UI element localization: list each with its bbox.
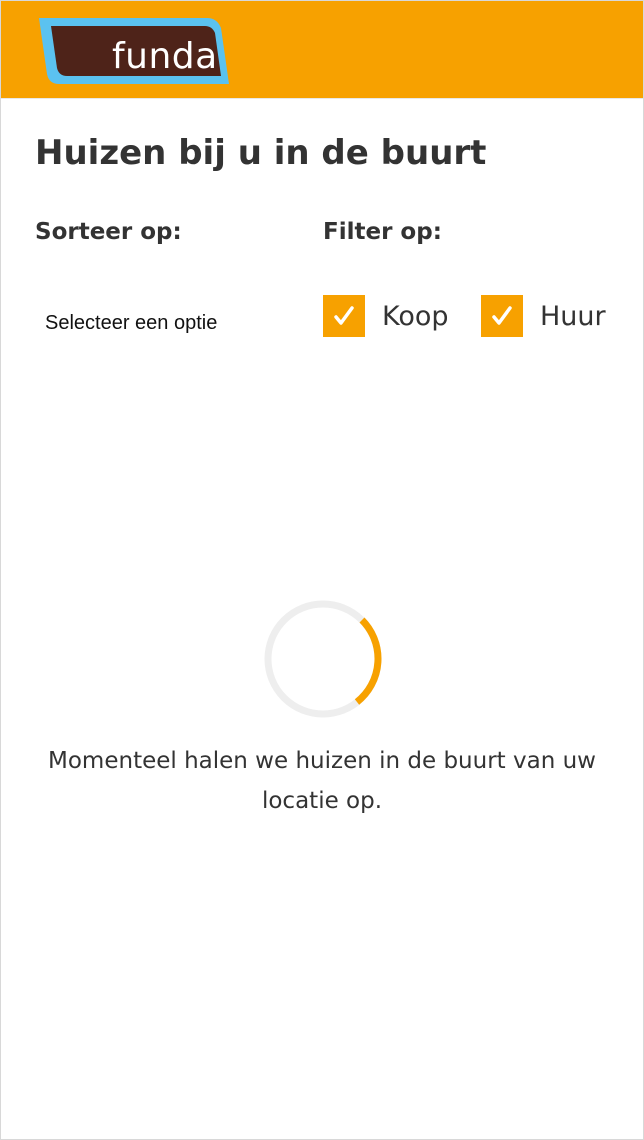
checkmark-icon bbox=[492, 306, 512, 325]
filter-option-huur[interactable]: Huur bbox=[481, 294, 606, 338]
loading-message: Momenteel halen we huizen in de buurt va… bbox=[48, 748, 596, 814]
sort-select[interactable]: Selecteer een optie bbox=[41, 306, 285, 340]
huur-label: Huur bbox=[540, 300, 606, 332]
loading-spinner bbox=[263, 599, 383, 719]
checkmark-icon bbox=[334, 306, 354, 325]
sort-heading: Sorteer op: bbox=[35, 219, 182, 245]
funda-logo[interactable]: funda bbox=[37, 16, 231, 86]
koop-label: Koop bbox=[382, 300, 449, 332]
app-page: funda Huizen bij u in de buurt Sorteer o… bbox=[0, 0, 644, 1140]
logo-text: funda bbox=[112, 36, 218, 77]
loading-spinner-icon bbox=[264, 600, 382, 718]
huur-checkbox[interactable] bbox=[481, 295, 523, 337]
filter-option-koop[interactable]: Koop bbox=[323, 294, 449, 338]
page-title: Huizen bij u in de buurt bbox=[35, 133, 487, 173]
app-header: funda bbox=[1, 1, 643, 99]
koop-checkbox[interactable] bbox=[323, 295, 365, 337]
filter-heading: Filter op: bbox=[323, 219, 442, 245]
sort-select-value: Selecteer een optie bbox=[45, 312, 218, 334]
